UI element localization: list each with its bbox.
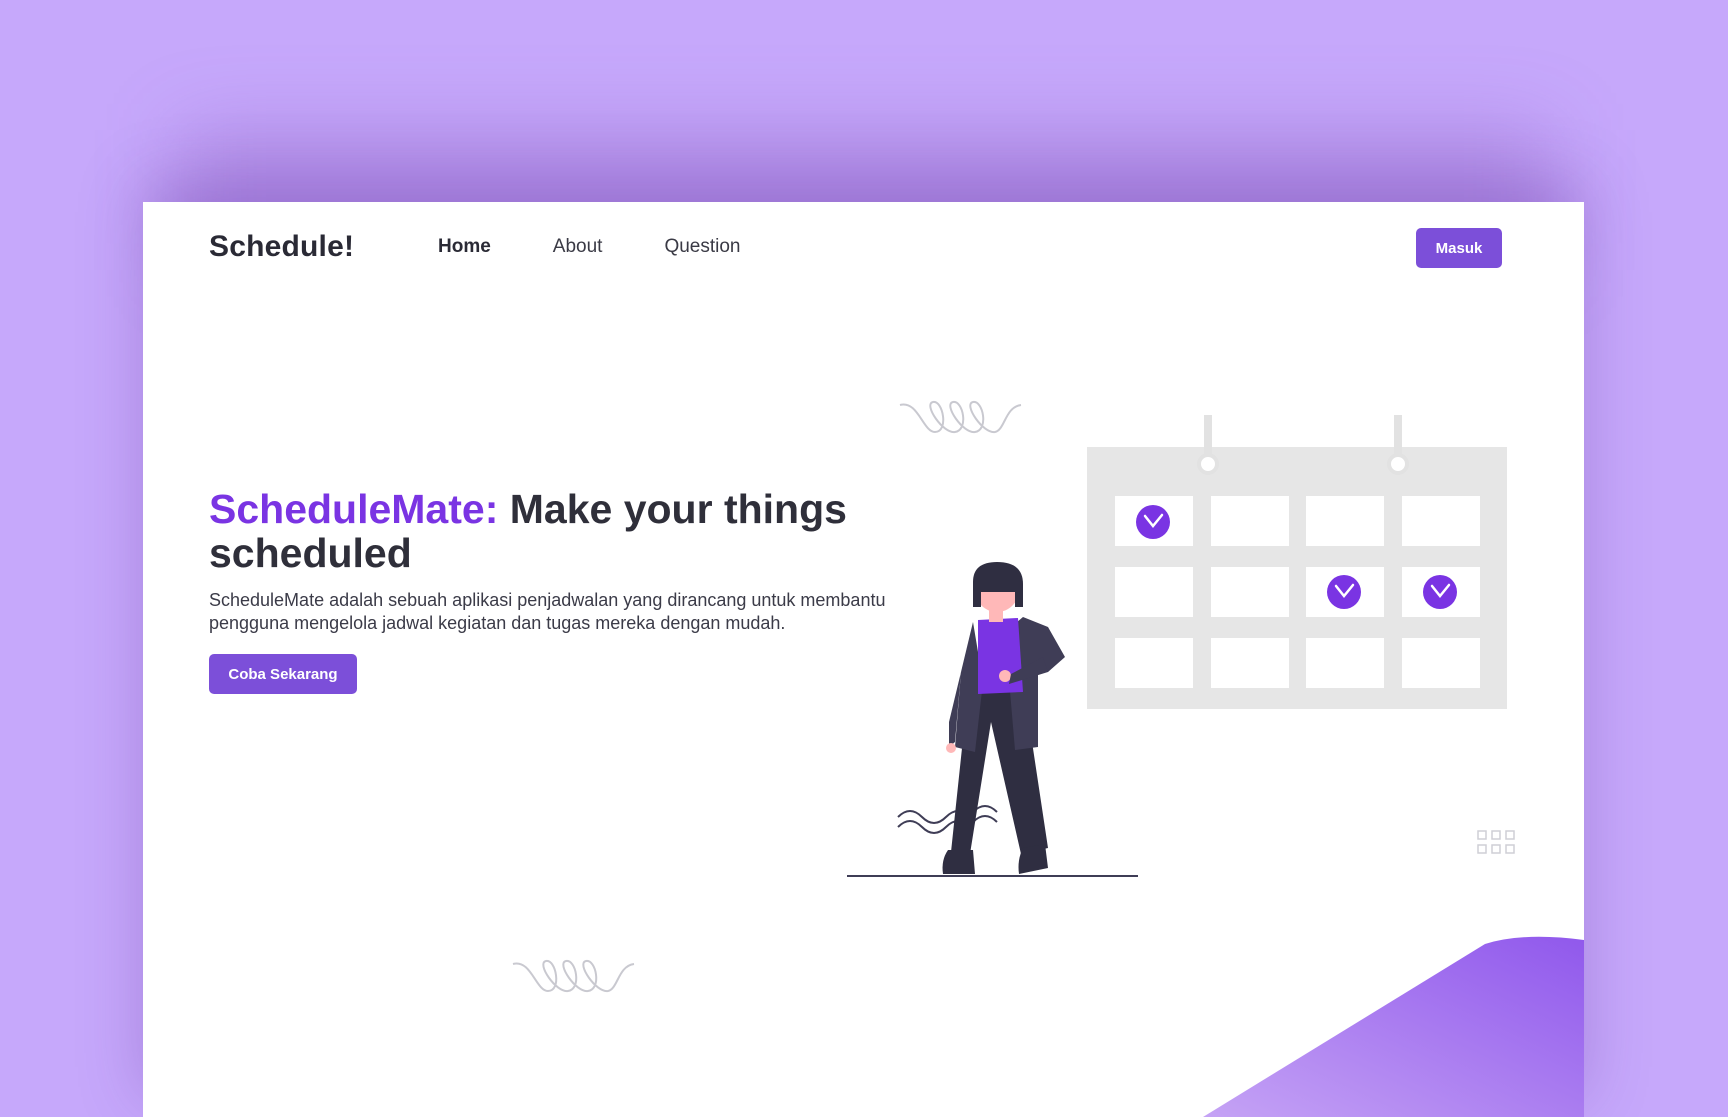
landing-page: Schedule! Home About Question Masuk Sche…: [143, 202, 1584, 1117]
corner-shape: [1203, 936, 1584, 1117]
